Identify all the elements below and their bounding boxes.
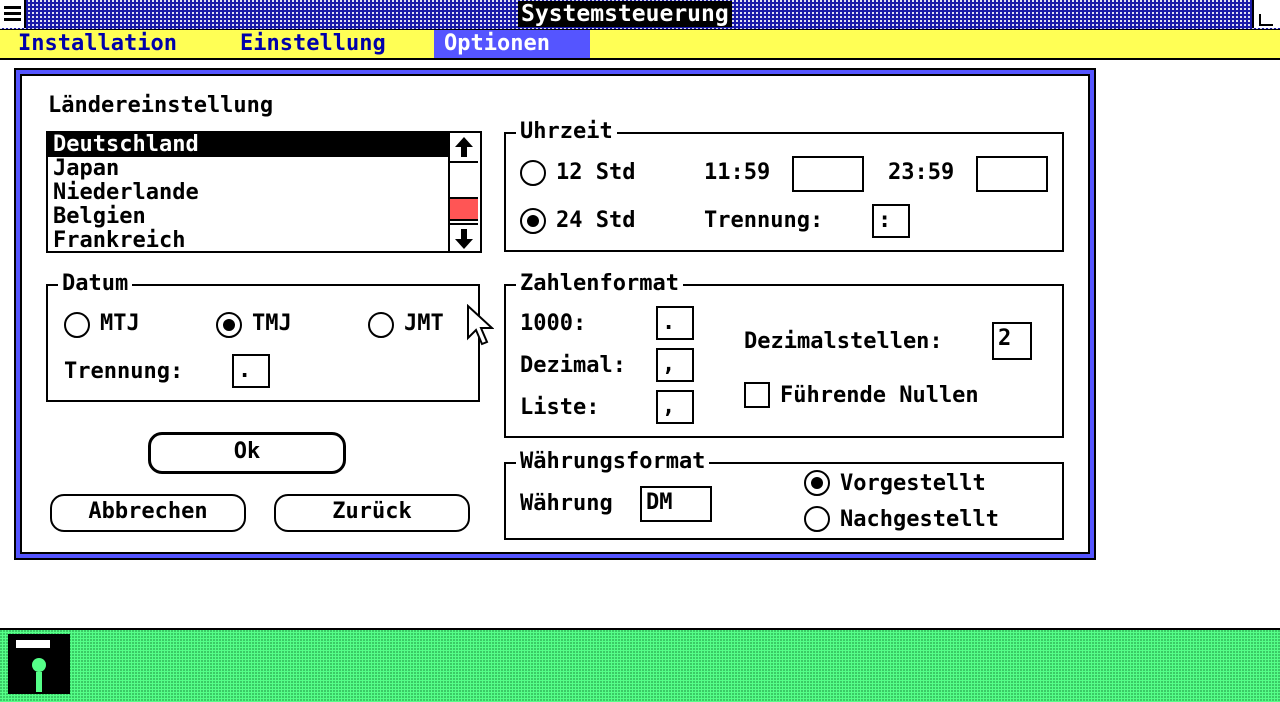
time-am-field[interactable] bbox=[792, 156, 864, 192]
date-jmt-label: JMT bbox=[404, 311, 444, 336]
currency-prefix-label: Vorgestellt bbox=[840, 471, 986, 496]
disk-drive-icon[interactable] bbox=[8, 634, 70, 694]
time-pm-label: 23:59 bbox=[888, 160, 955, 185]
list-separator-label: Liste: bbox=[520, 395, 600, 420]
date-separator-label: Trennung: bbox=[64, 359, 184, 384]
currency-field[interactable]: DM bbox=[640, 486, 712, 522]
menu-bar: Installation Einstellung Optionen bbox=[0, 30, 1280, 60]
decimal-places-field[interactable]: 2 bbox=[992, 322, 1032, 360]
time-group: Uhrzeit bbox=[504, 120, 1064, 252]
scroll-thumb[interactable] bbox=[450, 197, 478, 221]
date-tmj-label: TMJ bbox=[252, 311, 292, 336]
time-separator-field[interactable]: : bbox=[872, 204, 910, 238]
arrow-up-icon[interactable] bbox=[450, 133, 478, 163]
mouse-pointer-icon bbox=[467, 304, 494, 346]
menu-optionen[interactable]: Optionen bbox=[434, 30, 590, 58]
thousands-label: 1000: bbox=[520, 311, 587, 336]
thousands-field[interactable]: . bbox=[656, 306, 694, 340]
restore-button[interactable] bbox=[1252, 0, 1280, 28]
window-title: Systemsteuerung bbox=[518, 1, 732, 27]
currency-suffix-radio[interactable] bbox=[804, 506, 830, 532]
currency-label: Währung bbox=[520, 491, 613, 516]
cancel-button[interactable]: Abbrechen bbox=[50, 494, 246, 532]
time-pm-field[interactable] bbox=[976, 156, 1048, 192]
title-bar: Systemsteuerung bbox=[0, 0, 1280, 30]
date-mtj-label: MTJ bbox=[100, 311, 140, 336]
list-item[interactable]: Deutschland bbox=[48, 133, 455, 157]
date-tmj-radio[interactable] bbox=[216, 312, 242, 338]
list-separator-field[interactable]: , bbox=[656, 390, 694, 424]
date-group-title: Datum bbox=[58, 272, 133, 296]
currency-group-title: Währungsformat bbox=[516, 450, 710, 474]
time-group-title: Uhrzeit bbox=[516, 120, 617, 144]
decimal-label: Dezimal: bbox=[520, 353, 626, 378]
arrow-down-icon[interactable] bbox=[450, 223, 478, 251]
menu-installation[interactable]: Installation bbox=[8, 30, 187, 58]
desktop-area bbox=[0, 628, 1280, 702]
list-item[interactable]: Japan bbox=[48, 157, 453, 181]
number-group-title: Zahlenformat bbox=[516, 272, 683, 296]
date-jmt-radio[interactable] bbox=[368, 312, 394, 338]
country-listbox[interactable]: Deutschland Japan Niederlande Belgien Fr… bbox=[46, 131, 482, 253]
decimal-places-label: Dezimalstellen: bbox=[744, 329, 943, 354]
date-mtj-radio[interactable] bbox=[64, 312, 90, 338]
currency-suffix-label: Nachgestellt bbox=[840, 507, 999, 532]
leading-zeros-checkbox[interactable] bbox=[744, 382, 770, 408]
date-separator-field[interactable]: . bbox=[232, 354, 270, 388]
decimal-field[interactable]: , bbox=[656, 348, 694, 382]
list-item[interactable]: Belgien bbox=[48, 205, 453, 229]
menu-einstellung[interactable]: Einstellung bbox=[230, 30, 396, 58]
time-24h-radio[interactable] bbox=[520, 208, 546, 234]
country-label: Ländereinstellung bbox=[48, 93, 274, 118]
currency-prefix-radio[interactable] bbox=[804, 470, 830, 496]
system-menu-icon[interactable] bbox=[0, 0, 26, 28]
list-item[interactable]: Niederlande bbox=[48, 181, 453, 205]
back-button[interactable]: Zurück bbox=[274, 494, 470, 532]
time-am-label: 11:59 bbox=[704, 160, 771, 185]
ok-button[interactable]: Ok bbox=[148, 432, 346, 474]
scrollbar[interactable] bbox=[448, 133, 480, 251]
list-item[interactable]: Frankreich bbox=[48, 229, 453, 252]
time-12h-label: 12 Std bbox=[556, 160, 636, 185]
time-separator-label: Trennung: bbox=[704, 208, 824, 233]
time-24h-label: 24 Std bbox=[556, 208, 636, 233]
time-12h-radio[interactable] bbox=[520, 160, 546, 186]
leading-zeros-label: Führende Nullen bbox=[780, 383, 979, 408]
